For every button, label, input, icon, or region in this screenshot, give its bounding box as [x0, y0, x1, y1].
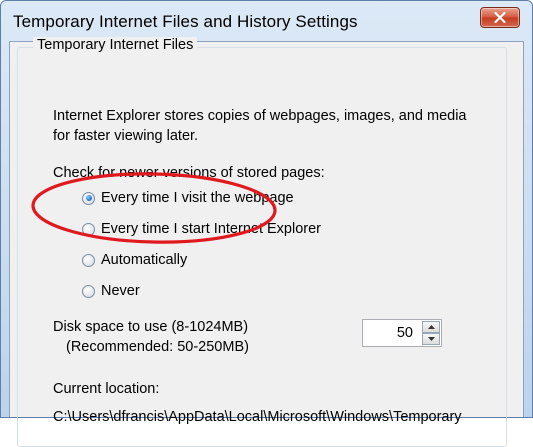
- current-location-path: C:\Users\dfrancis\AppData\Local\Microsof…: [53, 409, 462, 425]
- check-newer-label: Check for newer versions of stored pages…: [53, 165, 325, 181]
- disk-space-label: Disk space to use (8-1024MB): [53, 319, 249, 335]
- radio-every-visit[interactable]: Every time I visit the webpage: [82, 190, 294, 206]
- description-line-2: for faster viewing later.: [53, 128, 199, 144]
- disk-space-value[interactable]: 50: [397, 325, 413, 341]
- disk-space-recommended: (Recommended: 50-250MB): [66, 339, 249, 355]
- window-title: Temporary Internet Files and History Set…: [13, 12, 358, 31]
- description-line-1: Internet Explorer stores copies of webpa…: [53, 108, 467, 124]
- arrow-down-icon: [427, 337, 435, 341]
- radio-every-visit-indicator[interactable]: [82, 191, 95, 205]
- radio-every-visit-label[interactable]: Every time I visit the webpage: [101, 190, 294, 206]
- close-icon: [494, 12, 506, 23]
- radio-never[interactable]: Never: [82, 283, 140, 299]
- close-button[interactable]: [480, 7, 520, 28]
- spin-up-button[interactable]: [422, 321, 440, 333]
- groupbox-legend: Temporary Internet Files: [33, 37, 198, 53]
- radio-every-start[interactable]: Every time I start Internet Explorer: [82, 221, 321, 237]
- radio-every-start-label[interactable]: Every time I start Internet Explorer: [101, 221, 321, 237]
- disk-space-spinner[interactable]: 50: [362, 319, 442, 347]
- radio-never-label[interactable]: Never: [101, 283, 140, 299]
- current-location-label: Current location:: [53, 381, 160, 397]
- spin-down-button[interactable]: [422, 333, 440, 345]
- arrow-up-icon: [427, 325, 435, 329]
- radio-never-indicator[interactable]: [82, 284, 95, 298]
- radio-automatically-label[interactable]: Automatically: [101, 252, 187, 268]
- radio-automatically[interactable]: Automatically: [82, 252, 187, 268]
- title-bar[interactable]: Temporary Internet Files and History Set…: [1, 1, 532, 41]
- radio-automatically-indicator[interactable]: [82, 253, 95, 267]
- radio-every-start-indicator[interactable]: [82, 222, 95, 236]
